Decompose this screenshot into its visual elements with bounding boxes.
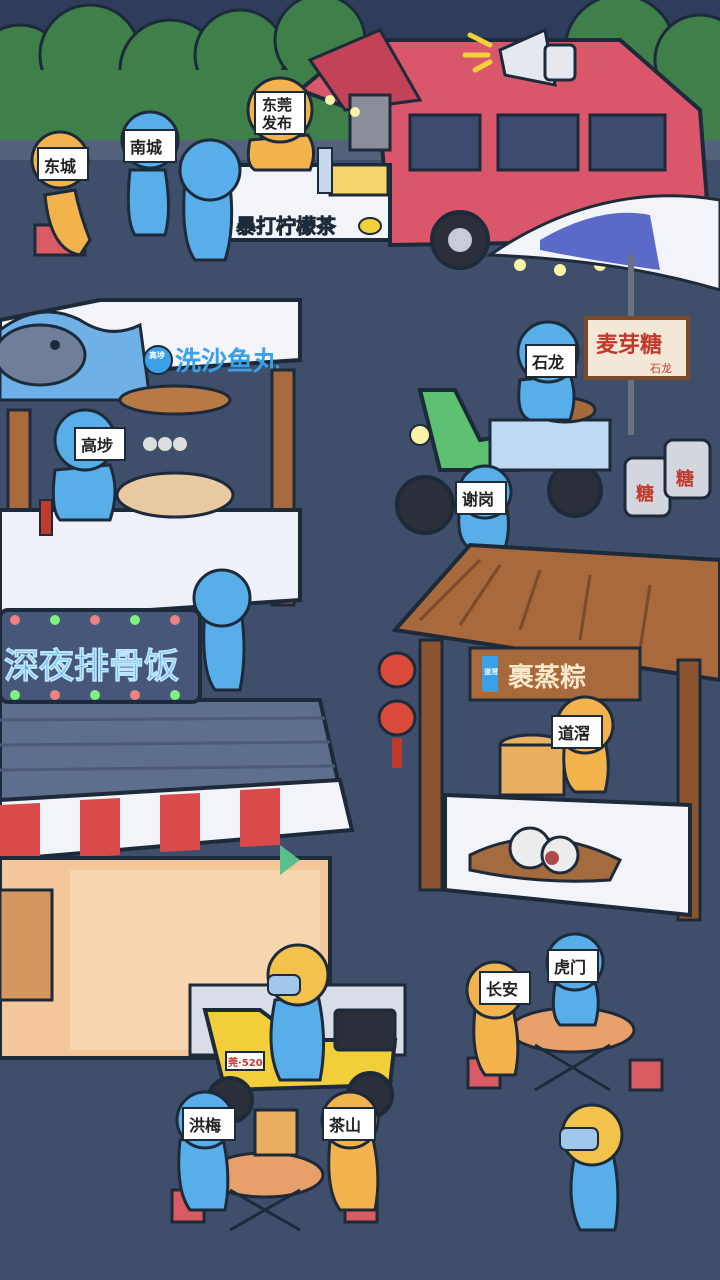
figure-xiegang: 谢岗: [455, 464, 513, 550]
tag-chashan: 茶山: [328, 1116, 361, 1135]
tag-daojiao: 道滘: [558, 724, 590, 743]
night-market-scene: 暴打柠檬茶 东城 南城 东莞 发布 高埗 洗沙鱼丸 高埗 麦芽糖 石龙 糖 糖 …: [0, 0, 720, 1280]
tag-hongmei: 洪梅: [189, 1116, 221, 1135]
helmet-icon: [266, 943, 330, 1007]
license-plate: 莞·520: [228, 1056, 263, 1069]
sugar-label-2: 糖: [676, 468, 694, 490]
ribs-rice-sign: 深夜排骨饭: [4, 646, 179, 687]
figure-humen: 虎门: [545, 932, 605, 1027]
tag-fabu: 发布: [261, 114, 292, 132]
tag-gaobu: 高埗: [81, 436, 113, 455]
figure-dongguan-vendor: 东莞 发布: [246, 76, 315, 172]
maltose-sub: 石龙: [650, 362, 672, 375]
figure-shilong: 石龙: [516, 320, 580, 422]
tag-humen: 虎门: [554, 958, 586, 977]
figure-delivery-rider: [266, 943, 330, 1082]
lemon-tea-sign: 暴打柠檬茶: [236, 214, 337, 238]
lemon-icon: [358, 217, 382, 235]
tag-dongguan: 东莞: [262, 96, 292, 114]
tag-xiegang: 谢岗: [462, 490, 494, 509]
figure-hongmei: 洪梅: [175, 1090, 236, 1212]
zongzi-sign: 裹蒸粽: [508, 662, 586, 693]
sugar-label-1: 糖: [636, 483, 654, 505]
fish-icon: [0, 323, 87, 387]
maltose-sign: 麦芽糖 石龙: [584, 316, 690, 380]
zongzi-tag: 道滘: [484, 667, 498, 676]
neon-sign: 深夜排骨饭: [0, 608, 202, 704]
maltose-title: 麦芽糖: [596, 332, 662, 358]
tag-dongcheng: 东城: [44, 157, 76, 176]
tag-nancheng: 南城: [130, 138, 162, 157]
fishball-tag: 高埗: [149, 350, 165, 360]
tag-shilong: 石龙: [531, 353, 564, 372]
fishball-sign: 洗沙鱼丸: [175, 347, 280, 377]
tag-changan: 长安: [486, 980, 518, 999]
